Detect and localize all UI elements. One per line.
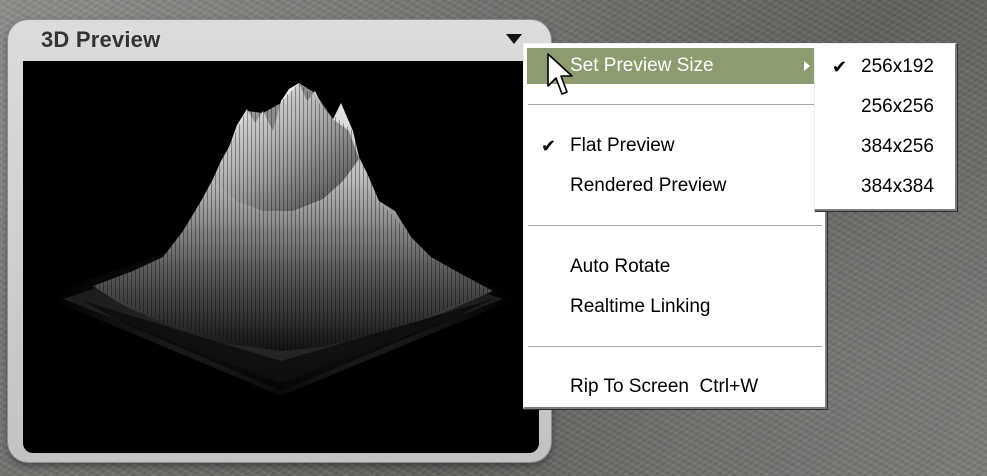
menu-separator bbox=[528, 225, 822, 227]
submenu-arrow-icon bbox=[804, 61, 810, 71]
checkmark-icon: ✔ bbox=[832, 57, 848, 77]
terrain-mountain-image bbox=[43, 83, 523, 396]
submenu-item-label: 384x256 bbox=[861, 136, 934, 157]
menu-triangle-icon bbox=[506, 34, 522, 44]
menu-item-rendered-preview[interactable]: Rendered Preview bbox=[527, 168, 823, 204]
menu-item-label: Flat Preview bbox=[570, 135, 675, 156]
menu-item-flat-preview[interactable]: ✔ Flat Preview bbox=[527, 128, 823, 164]
submenu-item-256x256[interactable]: 256x256 bbox=[818, 87, 953, 127]
menu-item-label: Rendered Preview bbox=[570, 175, 727, 196]
terrain-preview-viewport[interactable] bbox=[23, 61, 539, 453]
preview-panel: 3D Preview bbox=[8, 20, 551, 462]
submenu-item-label: 384x384 bbox=[861, 176, 934, 197]
menu-item-rip-to-screen[interactable]: Rip To Screen Ctrl+W bbox=[527, 369, 823, 405]
checkmark-icon: ✔ bbox=[541, 136, 557, 156]
submenu-item-256x192[interactable]: ✔ 256x192 bbox=[818, 47, 953, 87]
panel-title: 3D Preview bbox=[41, 27, 161, 52]
menu-item-label: Auto Rotate bbox=[570, 256, 671, 277]
menu-item-label: Realtime Linking bbox=[570, 296, 711, 317]
menu-item-realtime-linking[interactable]: Realtime Linking bbox=[527, 289, 823, 325]
submenu-item-label: 256x256 bbox=[861, 96, 934, 117]
submenu-item-384x256[interactable]: 384x256 bbox=[818, 127, 953, 167]
menu-item-label: Set Preview Size bbox=[570, 55, 714, 76]
arrow-pointer-icon bbox=[547, 53, 573, 95]
submenu-item-label: 256x192 bbox=[861, 56, 934, 77]
menu-separator bbox=[528, 104, 822, 106]
preview-size-submenu: ✔ 256x192 256x256 384x256 384x384 bbox=[814, 43, 957, 211]
menu-item-auto-rotate[interactable]: Auto Rotate bbox=[527, 249, 823, 285]
menu-item-label: Rip To Screen Ctrl+W bbox=[570, 376, 759, 397]
submenu-item-384x384[interactable]: 384x384 bbox=[818, 167, 953, 207]
menu-separator bbox=[528, 346, 822, 348]
